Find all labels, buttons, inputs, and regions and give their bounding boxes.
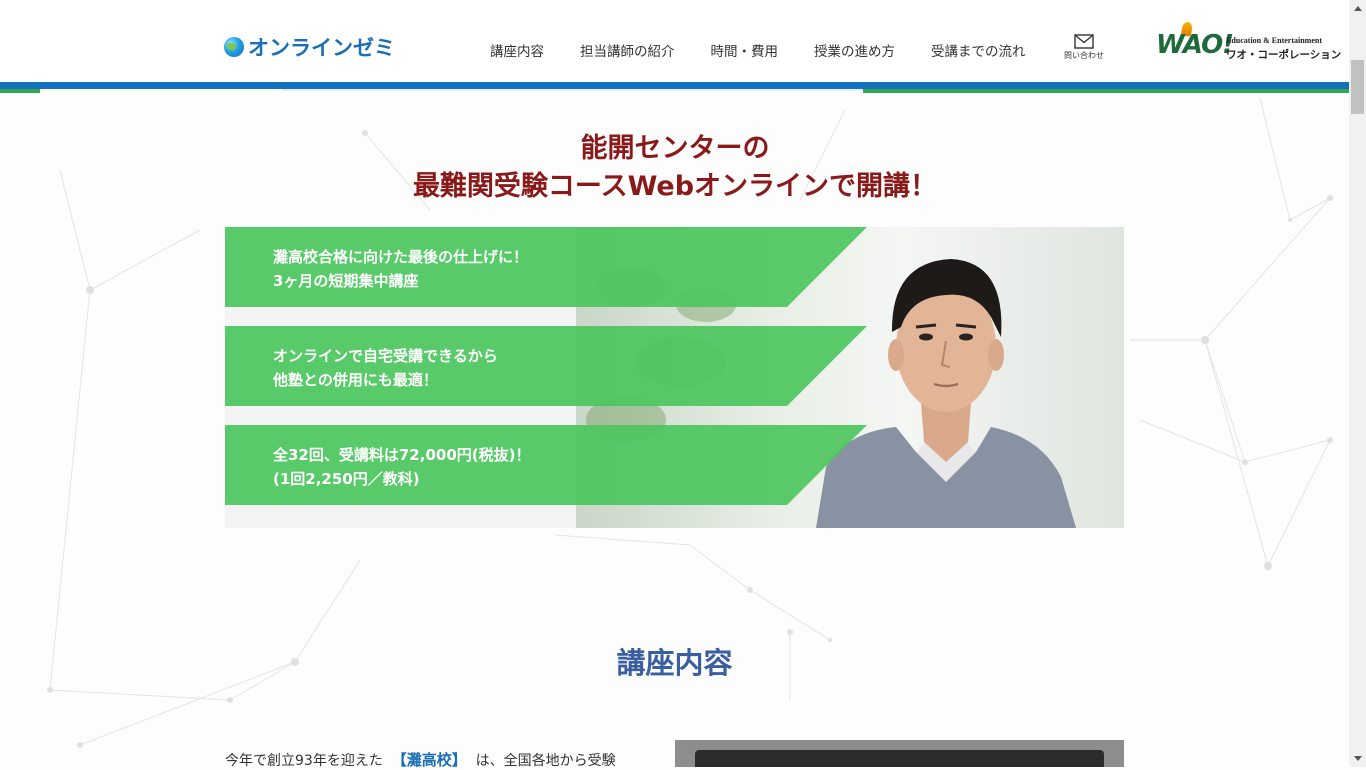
- mail-icon: [1074, 34, 1094, 49]
- header-stripe-green-right: [863, 89, 1349, 93]
- intro-highlight: 【灘高校】: [391, 751, 467, 769]
- vertical-scrollbar[interactable]: [1349, 0, 1366, 767]
- course-preview-image: [675, 740, 1124, 767]
- nav-item-enrollment-flow[interactable]: 受講までの流れ: [931, 40, 1026, 60]
- scroll-down-button[interactable]: [1349, 750, 1366, 767]
- feature-text-2: オンラインで自宅受講できるから 他塾との併用にも最適！: [273, 344, 498, 392]
- logo-text: オンラインゼミ: [248, 36, 395, 60]
- scroll-up-button[interactable]: [1349, 0, 1366, 17]
- feature-3-line1: 全32回、受講料は72,000円(税抜)！: [273, 446, 531, 464]
- feature-3-line2: (1回2,250円／教科): [273, 470, 420, 488]
- feature-2-line1: オンラインで自宅受講できるから: [273, 347, 498, 365]
- feature-text-1: 灘高校合格に向けた最後の仕上げに！ 3ヶ月の短期集中講座: [273, 245, 528, 293]
- feature-text-3: 全32回、受講料は72,000円(税抜)！ (1回2,250円／教科): [273, 443, 530, 491]
- nav-item-lesson-method[interactable]: 授業の進め方: [814, 40, 895, 60]
- header-stripe-light: [282, 89, 863, 91]
- wao-tagline: Education & Entertainment: [1226, 36, 1322, 45]
- wao-mark: WAO!: [1156, 30, 1234, 60]
- section-title-course-content: 講座内容: [616, 646, 733, 680]
- arrow-up-icon: [1353, 6, 1362, 11]
- globe-icon: [224, 37, 244, 57]
- arrow-down-icon: [1353, 756, 1362, 761]
- hero-title: 能開センターの 最難関受験コースWebオンラインで開講！: [200, 130, 1150, 206]
- nav-item-course-content[interactable]: 講座内容: [490, 40, 544, 60]
- preview-screen: [695, 750, 1104, 767]
- hero-banner: 灘高校合格に向けた最後の仕上げに！ 3ヶ月の短期集中講座 オンラインで自宅受講で…: [225, 227, 1124, 528]
- site-header: オンラインゼミ 講座内容 担当講師の紹介 時間・費用 授業の進め方 受講までの流…: [0, 0, 1349, 82]
- hero-title-line1: 能開センターの: [580, 133, 770, 164]
- feature-2-line2: 他塾との併用にも最適！: [273, 371, 438, 389]
- contact-link[interactable]: 問い合わせ: [1060, 34, 1108, 61]
- wao-company-name: ワオ・コーポレーション: [1226, 49, 1342, 61]
- main-nav: 講座内容 担当講師の紹介 時間・費用 授業の進め方 受講までの流れ: [490, 40, 1062, 60]
- scrollbar-thumb[interactable]: [1351, 60, 1364, 114]
- contact-label: 問い合わせ: [1064, 51, 1104, 60]
- feature-1-line2: 3ヶ月の短期集中講座: [273, 272, 419, 290]
- wao-corporation-logo[interactable]: WAO! Education & Entertainment ワオ・コーポレーシ…: [1156, 21, 1341, 64]
- feature-1-line1: 灘高校合格に向けた最後の仕上げに！: [273, 248, 529, 266]
- header-stripe-green-left: [0, 89, 40, 93]
- hero-title-line2: 最難関受験コースWebオンラインで開講！: [412, 171, 938, 202]
- online-zemi-logo[interactable]: オンラインゼミ: [224, 32, 395, 62]
- header-stripe-blue: [0, 82, 1349, 89]
- nav-item-instructors[interactable]: 担当講師の紹介: [580, 40, 675, 60]
- nav-item-time-cost[interactable]: 時間・費用: [711, 40, 779, 60]
